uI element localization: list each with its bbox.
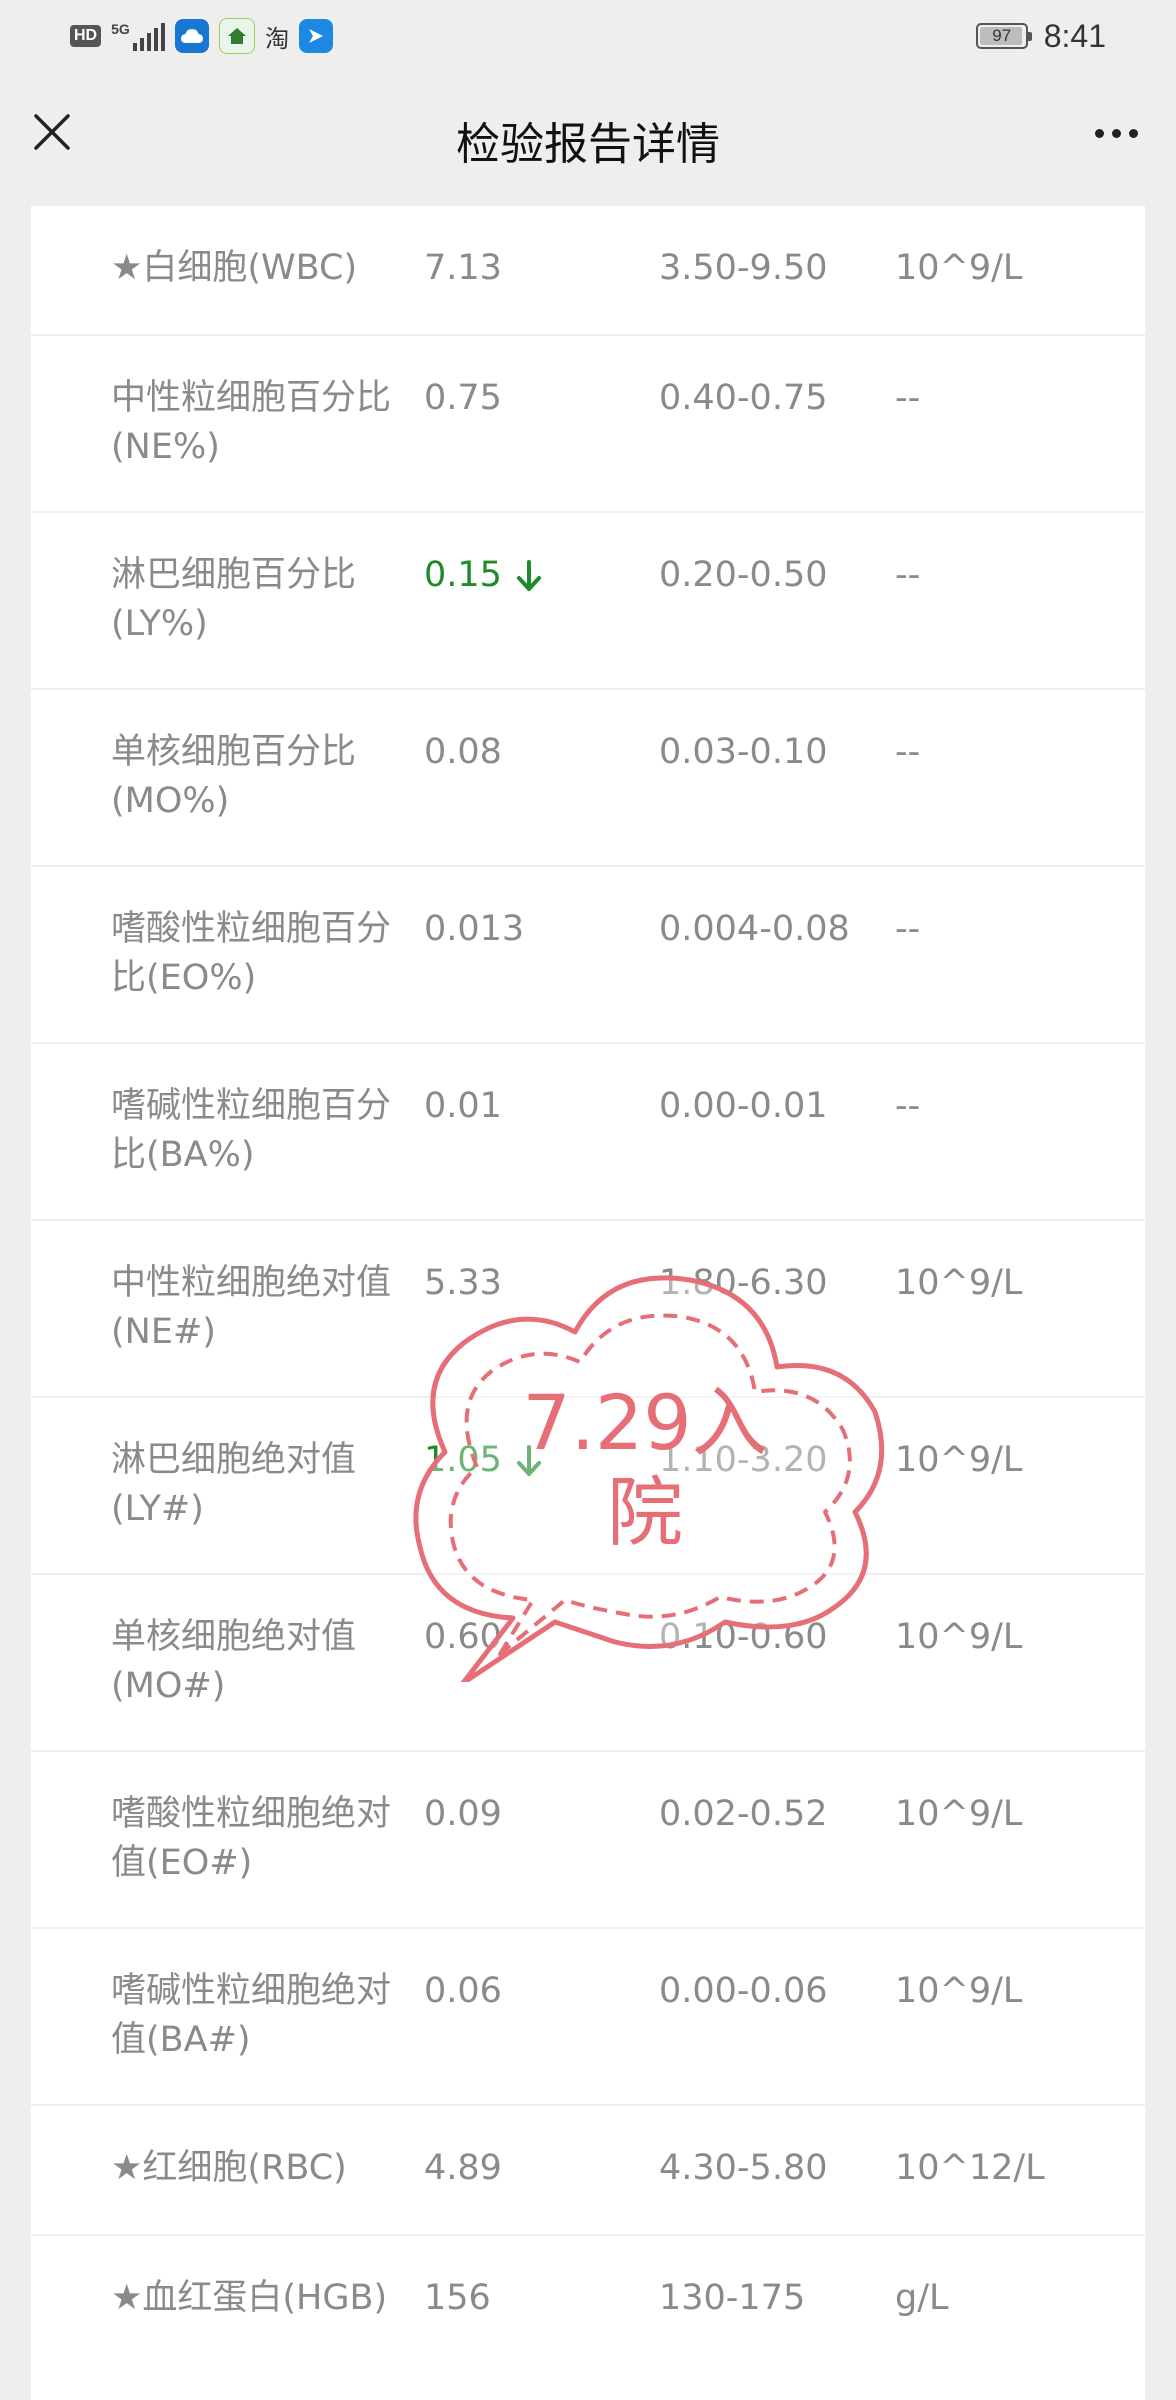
more-icon-dot [1111, 128, 1121, 138]
reference-range: 4.30-5.80 [659, 2148, 828, 2188]
clock: 8:41 [1043, 17, 1106, 54]
test-value-text: 0.06 [424, 1971, 502, 2011]
table-row: 中性粒细胞百分比(NE%) 0.75 0.40-0.75 -- [31, 336, 1145, 513]
test-value: 0.75 [424, 374, 624, 423]
test-value: 0.60 [424, 1613, 624, 1662]
status-bar: HD 5G 淘 97 8:41 [0, 0, 1176, 70]
send-app-icon [299, 19, 334, 53]
test-value: 0.09 [424, 1790, 624, 1839]
reference-range: 1.80-6.30 [659, 1263, 828, 1303]
more-icon-dot [1128, 128, 1138, 138]
test-value-text: 0.15 [424, 555, 502, 595]
test-name: 嗜酸性粒细胞百分比(EO%) [111, 909, 392, 998]
test-value-text: 0.01 [424, 1086, 502, 1126]
reference-range: 0.03-0.10 [659, 732, 828, 772]
test-value: 0.15 [424, 551, 624, 600]
hd-badge: HD [70, 25, 102, 47]
arrow-down-icon [516, 560, 541, 591]
unit: -- [895, 555, 921, 595]
unit: g/L [895, 2278, 949, 2318]
test-name: ★血红蛋白(HGB) [111, 2278, 388, 2318]
test-value-text: 7.13 [424, 248, 502, 288]
unit: 10^9/L [895, 1794, 1023, 1834]
battery-level: 97 [992, 26, 1012, 45]
stamp-text: 7.29入 院 [465, 1378, 825, 1558]
unit: 10^9/L [895, 1617, 1023, 1657]
table-row: 嗜碱性粒细胞百分比(BA%) 0.01 0.00-0.01 -- [31, 1044, 1145, 1221]
unit: -- [895, 909, 921, 949]
reference-range: 0.004-0.08 [659, 909, 850, 949]
test-value: 5.33 [424, 1259, 624, 1308]
stamp-line-2: 院 [607, 1468, 683, 1557]
test-name: ★红细胞(RBC) [111, 2148, 347, 2188]
status-bar-left: HD 5G 淘 [70, 18, 334, 54]
unit: 10^9/L [895, 248, 1023, 288]
test-value-text: 156 [424, 2278, 491, 2318]
reference-range: 0.40-0.75 [659, 378, 828, 418]
table-row: ★白细胞(WBC) 7.13 3.50-9.50 10^9/L [31, 206, 1145, 336]
unit: 10^9/L [895, 1440, 1023, 1480]
test-name: ★白细胞(WBC) [111, 248, 358, 288]
signal-icon: 5G [111, 21, 166, 51]
test-value: 156 [424, 2274, 624, 2323]
unit: 10^9/L [895, 1971, 1023, 2011]
reference-range: 0.02-0.52 [659, 1794, 828, 1834]
test-name: 嗜酸性粒细胞绝对值(EO#) [111, 1794, 392, 1883]
table-row: ★红细胞(RBC) 4.89 4.30-5.80 10^12/L [31, 2106, 1145, 2236]
table-row: ★血红蛋白(HGB) 156 130-175 g/L [31, 2236, 1145, 2400]
taobao-icon: 淘 [265, 24, 290, 53]
unit: -- [895, 1086, 921, 1126]
test-name: 嗜碱性粒细胞绝对值(BA#) [111, 1971, 392, 2060]
test-value-text: 0.08 [424, 732, 502, 772]
test-name: 淋巴细胞绝对值(LY#) [111, 1440, 357, 1529]
stamp-line-1: 7.29入 [522, 1378, 768, 1467]
test-value: 0.06 [424, 1967, 624, 2016]
test-name: 单核细胞百分比(MO%) [111, 732, 357, 821]
test-value: 0.013 [424, 905, 624, 954]
network-label: 5G [111, 21, 130, 37]
home-app-icon [219, 18, 256, 54]
status-bar-right: 97 8:41 [975, 16, 1106, 56]
unit: -- [895, 378, 921, 418]
page-title: 检验报告详情 [456, 119, 720, 170]
test-value-text: 0.60 [424, 1617, 502, 1657]
test-value: 4.89 [424, 2144, 624, 2193]
test-value: 0.01 [424, 1082, 624, 1131]
unit: 10^12/L [895, 2148, 1045, 2188]
test-name: 淋巴细胞百分比(LY%) [111, 555, 357, 644]
table-row: 嗜酸性粒细胞百分比(EO%) 0.013 0.004-0.08 -- [31, 867, 1145, 1044]
test-name: 嗜碱性粒细胞百分比(BA%) [111, 1086, 392, 1175]
test-value: 7.13 [424, 244, 624, 293]
reference-range: 130-175 [659, 2278, 806, 2318]
battery-icon: 97 [975, 23, 1032, 49]
unit: -- [895, 732, 921, 772]
test-name: 中性粒细胞百分比(NE%) [111, 378, 392, 467]
table-row: 中性粒细胞绝对值(NE#) 5.33 1.80-6.30 10^9/L [31, 1221, 1145, 1398]
test-value-text: 5.33 [424, 1263, 502, 1303]
table-row: 淋巴细胞百分比(LY%) 0.15 0.20-0.50 -- [31, 513, 1145, 690]
test-value-text: 0.75 [424, 378, 502, 418]
test-value-text: 0.013 [424, 909, 525, 949]
reference-range: 0.00-0.06 [659, 1971, 828, 2011]
reference-range: 0.10-0.60 [659, 1617, 828, 1657]
more-button[interactable] [1086, 108, 1146, 158]
reference-range: 0.00-0.01 [659, 1086, 828, 1126]
test-value: 0.08 [424, 728, 624, 777]
test-name: 单核细胞绝对值(MO#) [111, 1617, 357, 1706]
test-value-text: 4.89 [424, 2148, 502, 2188]
report-list: ★白细胞(WBC) 7.13 3.50-9.50 10^9/L 中性粒细胞百分比(NE%… [31, 206, 1145, 2400]
table-row: 单核细胞绝对值(MO#) 0.60 0.10-0.60 10^9/L [31, 1575, 1145, 1752]
table-row: 单核细胞百分比(MO%) 0.08 0.03-0.10 -- [31, 690, 1145, 867]
unit: 10^9/L [895, 1263, 1023, 1303]
title-bar: 检验报告详情 [0, 70, 1176, 200]
cloud-app-icon [175, 19, 210, 53]
test-name: 中性粒细胞绝对值(NE#) [111, 1263, 392, 1352]
screen: HD 5G 淘 97 8:41 检验报告详情 ★白细胞(WBC) 7.13 3.… [0, 0, 1176, 2400]
more-icon-dot [1094, 128, 1104, 138]
reference-range: 0.20-0.50 [659, 555, 828, 595]
test-value-text: 0.09 [424, 1794, 502, 1834]
table-row: 嗜碱性粒细胞绝对值(BA#) 0.06 0.00-0.06 10^9/L [31, 1929, 1145, 2106]
reference-range: 3.50-9.50 [659, 248, 828, 288]
table-row: 嗜酸性粒细胞绝对值(EO#) 0.09 0.02-0.52 10^9/L [31, 1752, 1145, 1929]
